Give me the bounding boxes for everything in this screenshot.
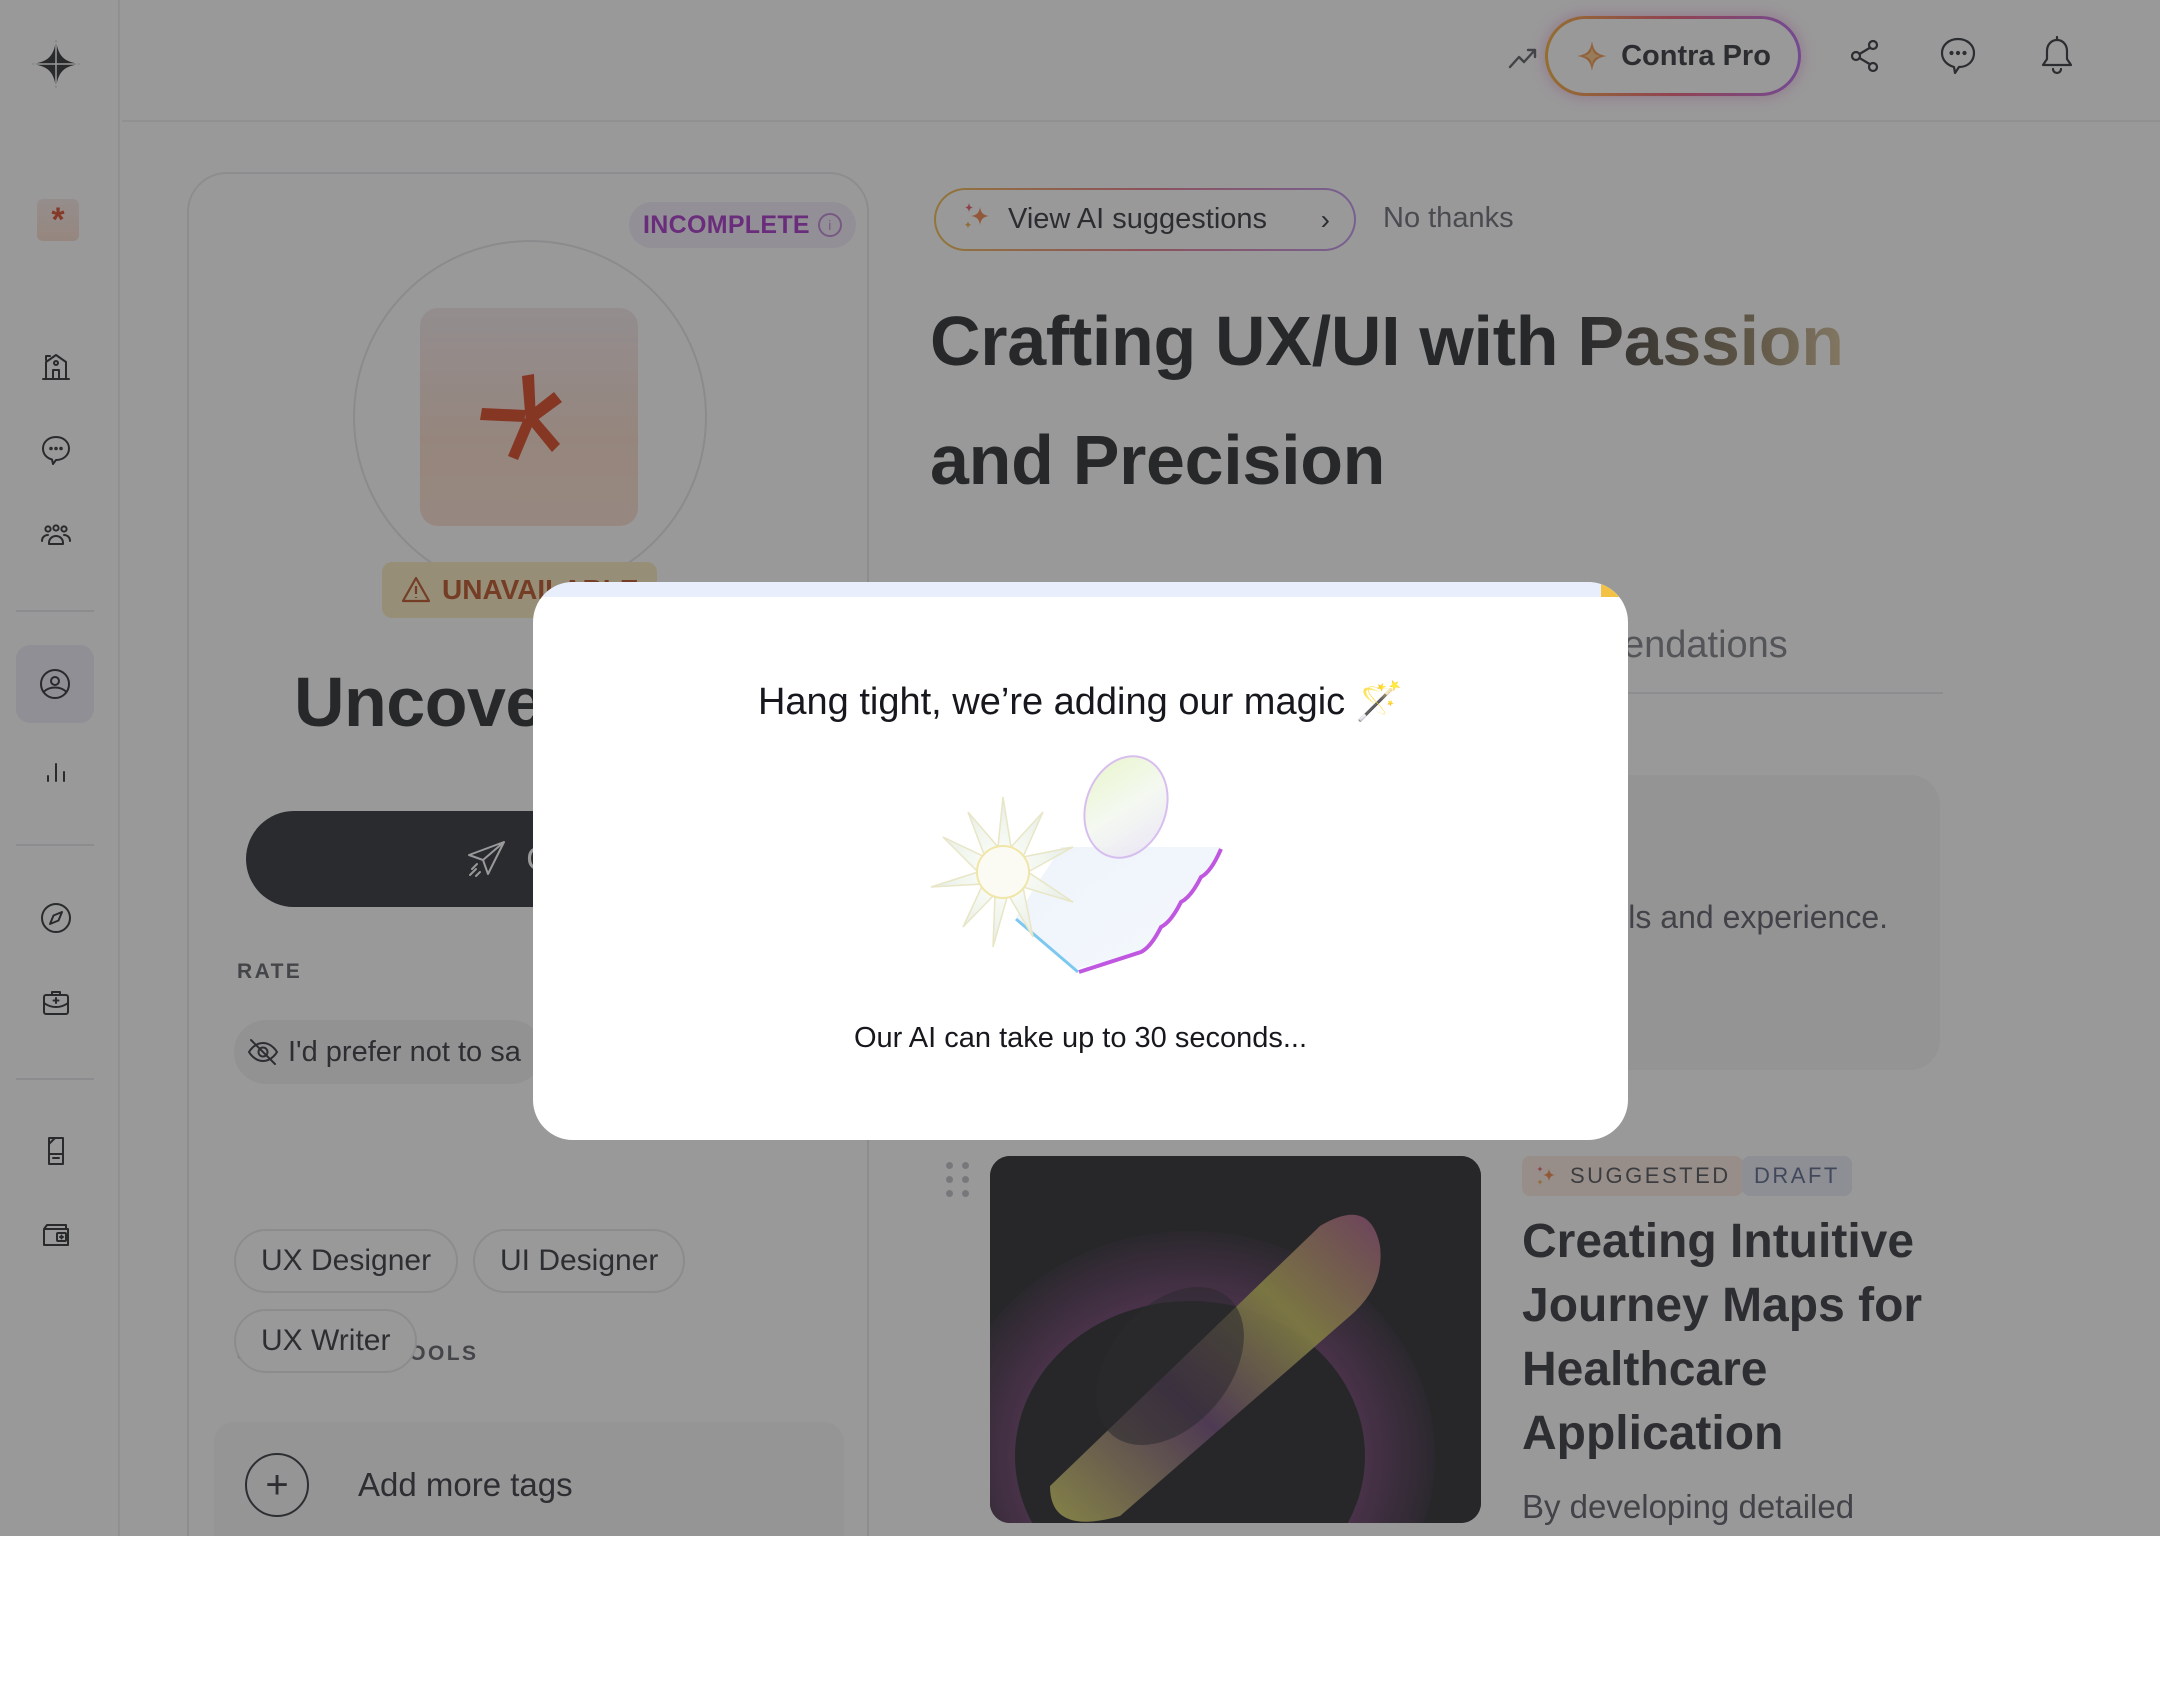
app-root: * 0 — [0, 0, 2160, 1536]
modal-subtitle: Our AI can take up to 30 seconds... — [854, 1022, 1307, 1054]
ai-loading-modal: Hang tight, we’re adding our magic 🪄 Our… — [533, 582, 1628, 1140]
magic-illustration — [930, 755, 1223, 974]
modal-title: Hang tight, we’re adding our magic 🪄 — [757, 681, 1404, 723]
ai-progress-fill — [1600, 582, 1628, 597]
ai-progress-track — [533, 582, 1628, 597]
